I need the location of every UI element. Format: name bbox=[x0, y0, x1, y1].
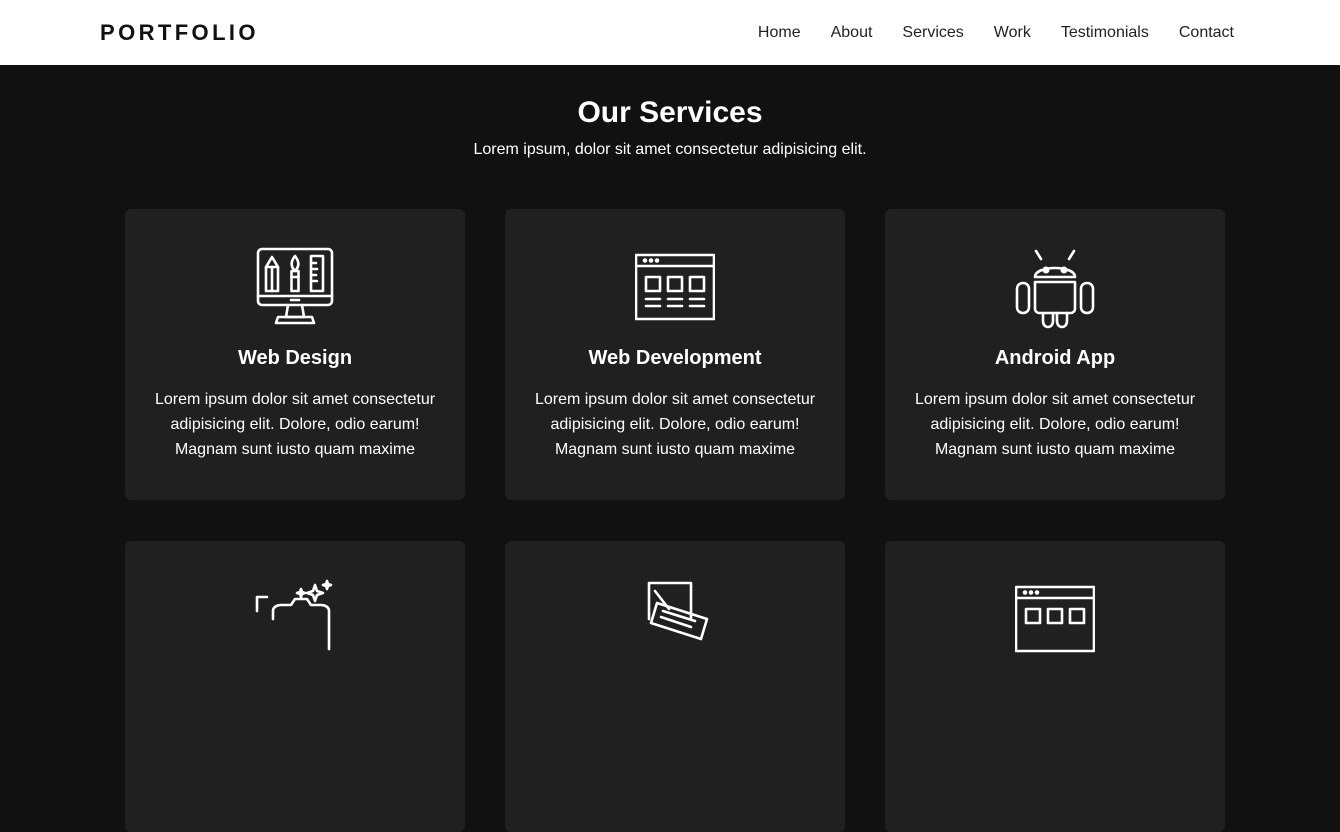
android-icon bbox=[1015, 247, 1095, 329]
nav-contact[interactable]: Contact bbox=[1179, 24, 1234, 42]
logo[interactable]: PORTFOLIO bbox=[100, 20, 259, 46]
card-text: Lorem ipsum dolor sit amet consectetur a… bbox=[154, 391, 436, 458]
nav-services[interactable]: Services bbox=[902, 24, 963, 42]
services-section: Our Services Lorem ipsum, dolor sit amet… bbox=[0, 65, 1340, 832]
card-text: Lorem ipsum dolor sit amet consectetur a… bbox=[914, 391, 1196, 458]
service-card-4 bbox=[125, 541, 465, 832]
nav-home[interactable]: Home bbox=[758, 24, 801, 42]
web-design-icon bbox=[255, 247, 335, 329]
nav-testimonials[interactable]: Testimonials bbox=[1061, 24, 1149, 42]
nav-about[interactable]: About bbox=[831, 24, 873, 42]
photography-icon bbox=[255, 579, 335, 661]
browser-layout-icon bbox=[1015, 579, 1095, 661]
navbar: PORTFOLIO Home About Services Work Testi… bbox=[0, 0, 1340, 65]
card-title: Android App bbox=[994, 347, 1116, 369]
section-subtitle: Lorem ipsum, dolor sit amet consectetur … bbox=[473, 141, 867, 158]
service-card-web-development: Web Development Lorem ipsum dolor sit am… bbox=[505, 209, 845, 500]
card-text: Lorem ipsum dolor sit amet consectetur a… bbox=[534, 391, 816, 458]
service-card-web-design: Web Design Lorem ipsum dolor sit amet co… bbox=[125, 209, 465, 500]
nav-links: Home About Services Work Testimonials Co… bbox=[728, 24, 1234, 42]
content-writing-icon bbox=[635, 579, 715, 661]
service-card-5 bbox=[505, 541, 845, 832]
web-development-icon bbox=[635, 247, 715, 329]
card-title: Web Design bbox=[237, 347, 353, 369]
section-title: Our Services bbox=[577, 96, 763, 129]
nav-work[interactable]: Work bbox=[994, 24, 1031, 42]
service-card-6 bbox=[885, 541, 1225, 832]
card-title: Web Development bbox=[588, 347, 762, 369]
service-card-android-app: Android App Lorem ipsum dolor sit amet c… bbox=[885, 209, 1225, 500]
